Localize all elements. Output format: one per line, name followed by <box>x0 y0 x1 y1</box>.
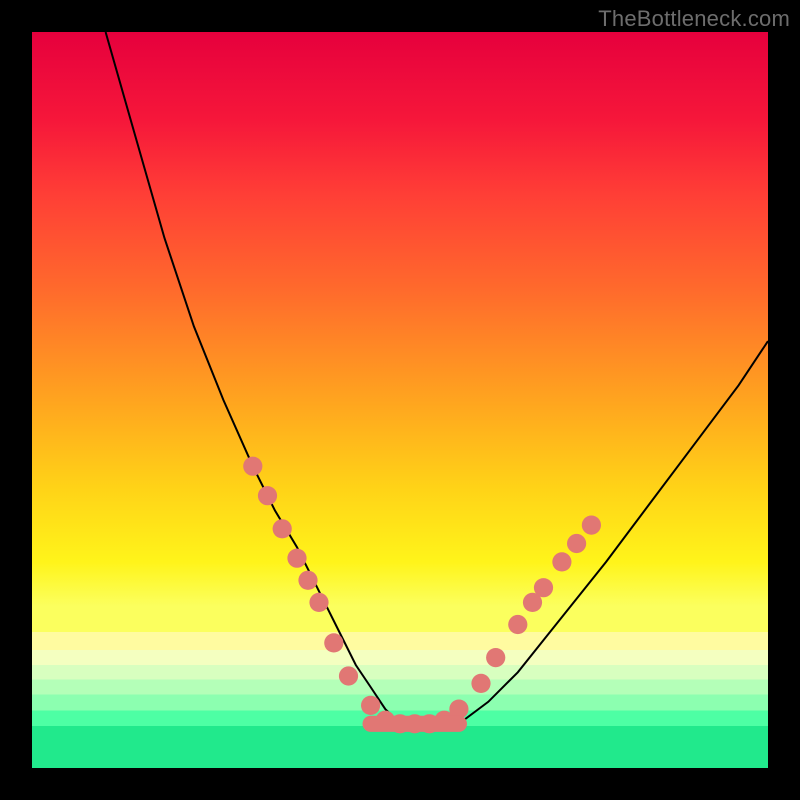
curve-layer <box>32 32 768 768</box>
marker-dot <box>361 696 380 715</box>
marker-dot <box>508 615 527 634</box>
curve-path <box>106 32 768 724</box>
marker-dot <box>534 578 553 597</box>
watermark-text: TheBottleneck.com <box>598 6 790 32</box>
marker-dot <box>287 549 306 568</box>
marker-dot <box>339 666 358 685</box>
marker-dot <box>273 519 292 538</box>
bottleneck-curve <box>106 32 768 724</box>
marker-dot <box>582 516 601 535</box>
marker-dot <box>298 571 317 590</box>
marker-dot <box>552 552 571 571</box>
marker-dot <box>567 534 586 553</box>
marker-dot <box>258 486 277 505</box>
marker-dot <box>471 674 490 693</box>
marker-group <box>243 457 601 734</box>
chart-frame: TheBottleneck.com <box>0 0 800 800</box>
plot-area <box>32 32 768 768</box>
marker-dot <box>309 593 328 612</box>
marker-dot <box>486 648 505 667</box>
marker-dot <box>324 633 343 652</box>
marker-dot <box>243 457 262 476</box>
